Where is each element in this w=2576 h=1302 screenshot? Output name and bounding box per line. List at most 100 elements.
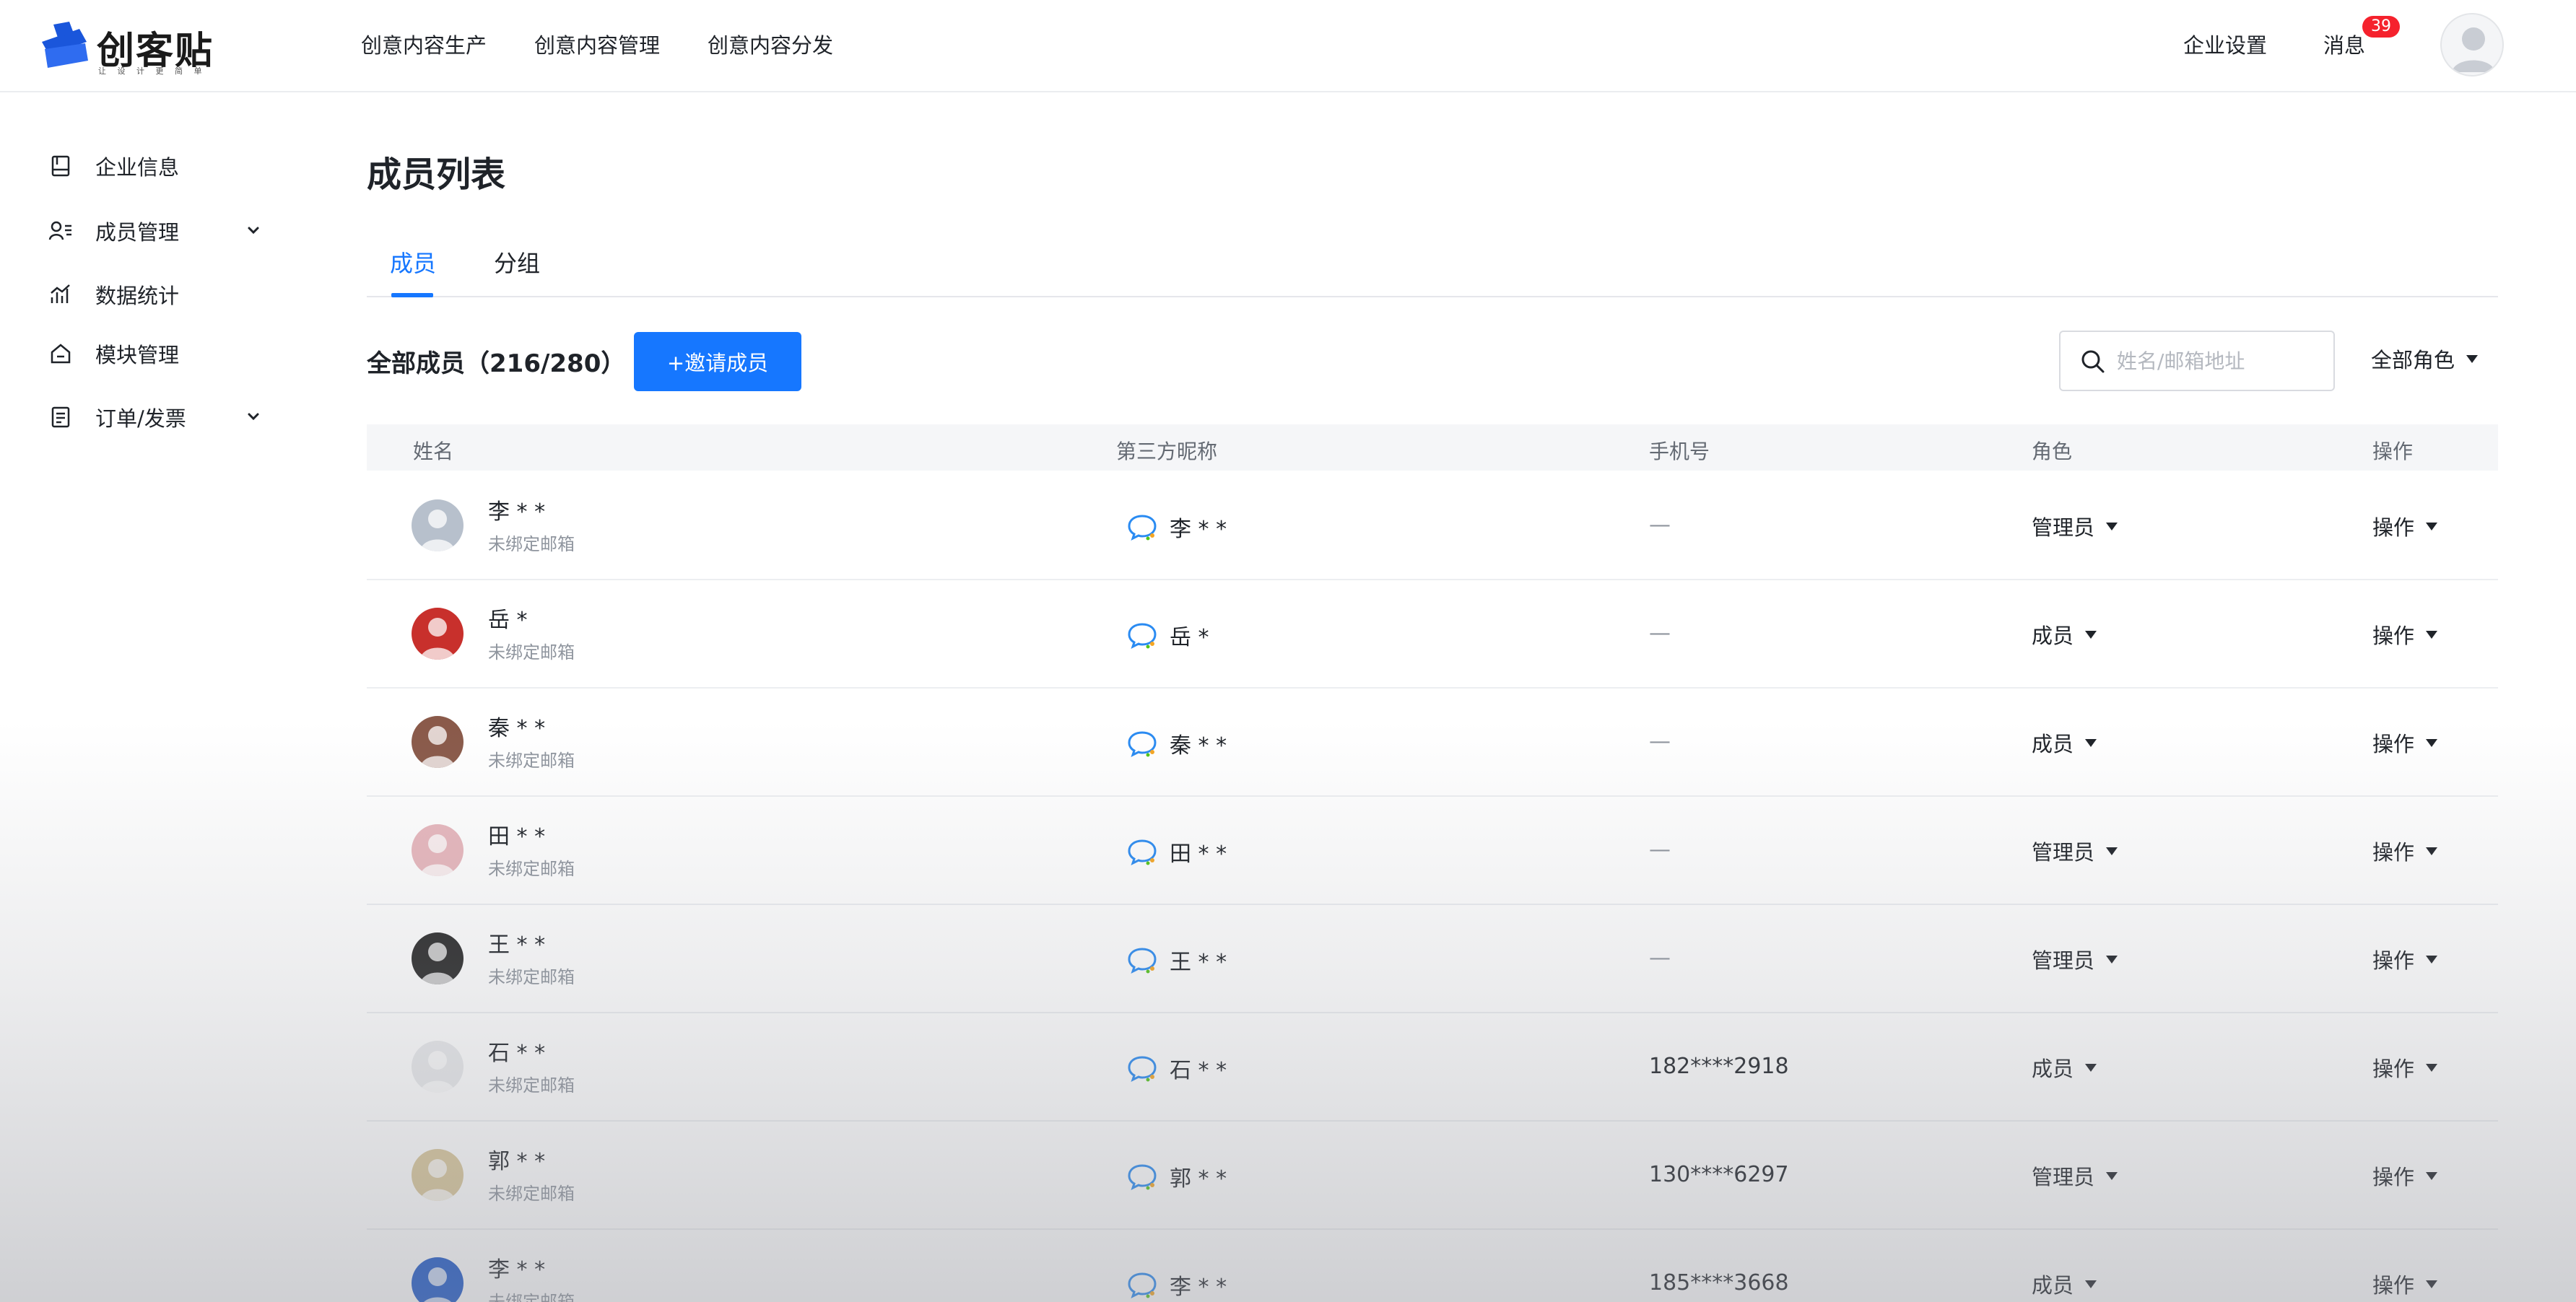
action-dropdown[interactable]: 操作 <box>2372 511 2438 541</box>
avatar <box>412 824 464 876</box>
invite-member-button[interactable]: +邀请成员 <box>634 332 801 391</box>
member-name: 李 * * <box>488 1257 546 1283</box>
member-phone: — <box>1649 837 1671 862</box>
sidebar-item-label: 企业信息 <box>95 155 180 180</box>
third-party-name: 秦 * * <box>1170 733 1227 759</box>
enterprise-settings-link[interactable]: 企业设置 <box>2183 29 2267 59</box>
sidebar-item-company-info[interactable]: 企业信息 <box>48 144 279 188</box>
member-email: 未绑定邮箱 <box>488 967 575 987</box>
person-silhouette <box>420 1159 455 1201</box>
tab-groups[interactable]: 分组 <box>494 245 540 305</box>
third-party-nickname: 郭 * * <box>1126 1161 1227 1192</box>
third-party-nickname: 李 * * <box>1126 1269 1227 1301</box>
sidebar-item-member-management[interactable]: 成员管理 <box>48 209 279 253</box>
caret-down-icon <box>2106 522 2118 530</box>
action-dropdown[interactable]: 操作 <box>2372 1161 2438 1191</box>
user-avatar[interactable] <box>2440 13 2504 77</box>
action-label: 操作 <box>2372 732 2415 756</box>
member-email: 未绑定邮箱 <box>488 1184 575 1204</box>
search-input[interactable] <box>2117 332 2326 390</box>
brand-tagline: 让 设 计 更 简 单 <box>98 66 206 76</box>
person-silhouette <box>420 943 455 984</box>
action-dropdown[interactable]: 操作 <box>2372 1052 2438 1083</box>
role-dropdown[interactable]: 管理员 <box>2032 1161 2118 1191</box>
action-dropdown[interactable]: 操作 <box>2372 944 2438 974</box>
third-party-nickname: 岳 * <box>1126 619 1209 651</box>
sidebar-item-module-management[interactable]: 模块管理 <box>48 332 279 375</box>
avatar <box>412 1257 464 1302</box>
caret-down-icon <box>2106 1171 2118 1180</box>
role-filter-dropdown[interactable]: 全部角色 <box>2371 344 2479 374</box>
search-icon <box>2081 350 2105 373</box>
member-email: 未绑定邮箱 <box>488 859 575 879</box>
brand-logo-icon <box>42 22 88 68</box>
member-name: 王 * * <box>488 932 546 958</box>
member-email: 未绑定邮箱 <box>488 534 575 554</box>
role-dropdown[interactable]: 成员 <box>2032 728 2097 758</box>
member-count: 全部成员（216/280） <box>367 349 626 378</box>
role-label: 管理员 <box>2032 515 2095 540</box>
third-party-name: 岳 * <box>1170 625 1209 650</box>
role-dropdown[interactable]: 成员 <box>2032 1052 2097 1083</box>
header-phone: 手机号 <box>1649 440 1710 463</box>
nav-item-content-management[interactable]: 创意内容管理 <box>534 29 660 59</box>
member-name: 岳 * <box>488 608 528 633</box>
table-row: 石 * * 未绑定邮箱 石 * * 182****2918 成员 操作 <box>367 1013 2498 1122</box>
role-dropdown[interactable]: 管理员 <box>2032 944 2118 974</box>
sidebar-item-label: 订单/发票 <box>95 406 186 431</box>
action-label: 操作 <box>2372 1165 2415 1189</box>
avatar <box>412 716 464 768</box>
sidebar-item-data-stats[interactable]: 数据统计 <box>48 273 279 316</box>
caret-down-icon <box>2085 1280 2097 1288</box>
member-name: 石 * * <box>488 1041 546 1066</box>
chart-icon <box>48 281 74 307</box>
third-party-nickname: 石 * * <box>1126 1052 1227 1084</box>
action-dropdown[interactable]: 操作 <box>2372 1269 2438 1299</box>
role-filter-label: 全部角色 <box>2371 348 2455 372</box>
sidebar-item-orders-invoices[interactable]: 订单/发票 <box>48 396 279 439</box>
table-header: 姓名 第三方昵称 手机号 角色 操作 <box>367 424 2498 471</box>
avatar <box>412 932 464 984</box>
third-party-name: 王 * * <box>1170 950 1227 975</box>
role-dropdown[interactable]: 成员 <box>2032 1269 2097 1299</box>
caret-down-icon <box>2085 738 2097 747</box>
caret-down-icon <box>2426 630 2438 639</box>
member-email: 未绑定邮箱 <box>488 1075 575 1096</box>
action-dropdown[interactable]: 操作 <box>2372 619 2438 650</box>
sidebar-item-label: 成员管理 <box>95 220 180 245</box>
action-dropdown[interactable]: 操作 <box>2372 836 2438 866</box>
member-email: 未绑定邮箱 <box>488 642 575 663</box>
brand-logo[interactable]: 创客贴 让 设 计 更 简 单 <box>38 17 225 78</box>
third-party-nickname: 田 * * <box>1126 836 1227 868</box>
action-label: 操作 <box>2372 1057 2415 1081</box>
role-dropdown[interactable]: 管理员 <box>2032 511 2118 541</box>
messages-link[interactable]: 消息 <box>2323 29 2365 59</box>
nav-item-content-distribution[interactable]: 创意内容分发 <box>708 29 833 59</box>
caret-down-icon <box>2426 1280 2438 1288</box>
member-phone: 185****3668 <box>1649 1270 1789 1296</box>
role-dropdown[interactable]: 管理员 <box>2032 836 2118 866</box>
book-icon <box>48 153 74 179</box>
action-label: 操作 <box>2372 515 2415 540</box>
caret-down-icon <box>2085 630 2097 639</box>
action-label: 操作 <box>2372 948 2415 973</box>
member-email: 未绑定邮箱 <box>488 751 575 771</box>
sidebar: 企业信息 成员管理 数据统计 模块管理 订单/发票 <box>0 94 303 1302</box>
member-phone: 182****2918 <box>1649 1054 1789 1079</box>
action-label: 操作 <box>2372 624 2415 648</box>
third-party-name: 石 * * <box>1170 1058 1227 1083</box>
role-label: 成员 <box>2032 1057 2074 1081</box>
table-row: 秦 * * 未绑定邮箱 秦 * * — 成员 操作 <box>367 689 2498 797</box>
third-party-nickname: 李 * * <box>1126 511 1227 543</box>
role-dropdown[interactable]: 成员 <box>2032 619 2097 650</box>
search-box[interactable] <box>2059 331 2335 391</box>
table-row: 李 * * 未绑定邮箱 李 * * 185****3668 成员 操作 <box>367 1230 2498 1302</box>
chat-bubble-icon <box>1128 948 1157 974</box>
avatar <box>412 1041 464 1093</box>
messages-badge: 39 <box>2362 16 2400 38</box>
caret-down-icon <box>2426 1063 2438 1072</box>
active-tab-indicator <box>391 293 433 297</box>
person-silhouette <box>420 510 455 551</box>
action-dropdown[interactable]: 操作 <box>2372 728 2438 758</box>
nav-item-content-production[interactable]: 创意内容生产 <box>361 29 487 59</box>
